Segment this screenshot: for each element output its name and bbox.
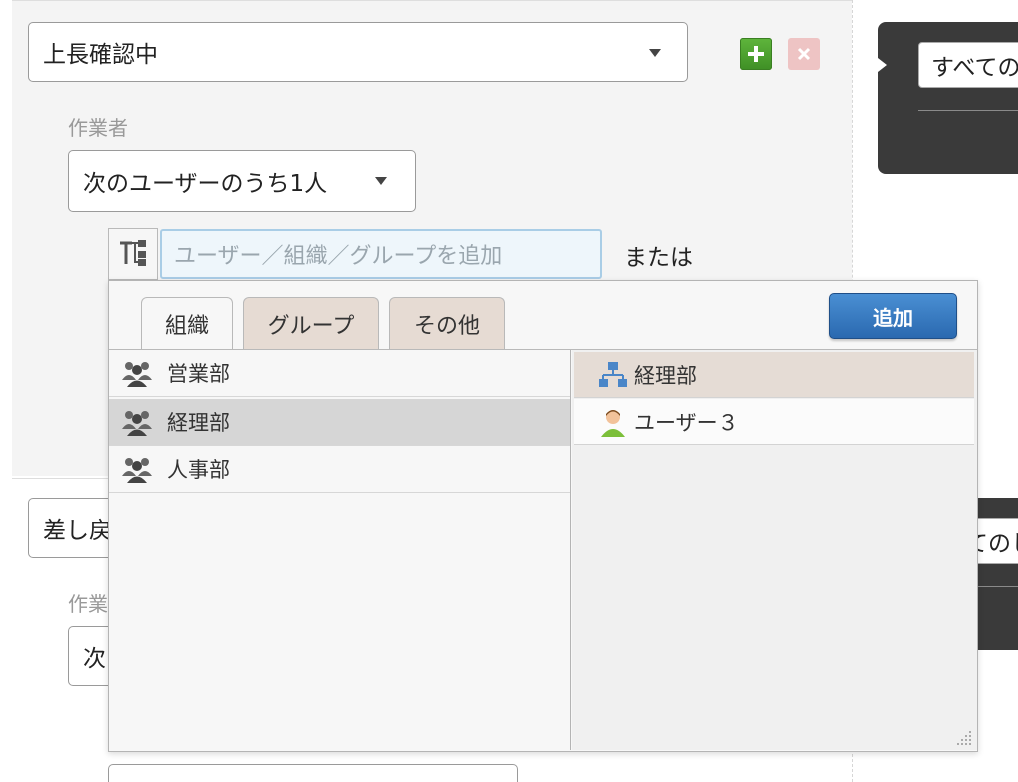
add-step-button[interactable]	[740, 38, 772, 70]
tab-group[interactable]: グループ	[243, 297, 379, 349]
or-label: または	[624, 245, 693, 271]
x-icon	[797, 47, 811, 61]
entity-picker-dropdown: 組織 グループ その他 追加 営業部 経理部 人事部 経理部 ユーザー３	[108, 280, 978, 752]
delete-step-button[interactable]	[788, 38, 820, 70]
tab-organization[interactable]: 組織	[141, 297, 233, 350]
chevron-down-icon	[649, 49, 661, 57]
organization-list: 営業部 経理部 人事部	[109, 350, 571, 750]
resize-grip-icon[interactable]	[955, 729, 973, 747]
org-item-label: 人事部	[167, 458, 230, 482]
entity-search-placeholder: ユーザー／組織／グループを追加	[174, 244, 503, 269]
tab-other-label: その他	[413, 313, 480, 339]
pointer-arrow-icon	[878, 58, 887, 72]
member-list: 経理部 ユーザー３	[572, 350, 977, 750]
org-tree-button[interactable]	[108, 228, 158, 280]
worker-select[interactable]: 次のユーザーのうち1人	[68, 150, 416, 212]
org-chart-icon	[599, 361, 627, 387]
worker-select-3[interactable]	[108, 764, 518, 782]
tab-other[interactable]: その他	[389, 297, 505, 349]
org-item-hr[interactable]: 人事部	[109, 446, 570, 493]
chevron-down-icon	[375, 177, 387, 185]
user-icon	[601, 409, 625, 437]
status-select-value: 上長確認中	[43, 42, 158, 68]
worker-label: 作業者	[68, 116, 128, 140]
group-icon	[122, 411, 152, 436]
member-item-accounting[interactable]: 経理部	[574, 352, 974, 398]
group-icon	[122, 362, 152, 387]
status-select[interactable]: 上長確認中	[28, 22, 688, 82]
worker-select-value: 次のユーザーのうち1人	[83, 171, 328, 197]
worker-label-2: 作業	[68, 592, 108, 616]
condition-divider	[918, 110, 1018, 111]
condition-panel-top: すべての	[878, 22, 1018, 174]
member-item-user3[interactable]: ユーザー３	[574, 399, 974, 445]
member-item-label: ユーザー３	[634, 410, 739, 435]
add-button-label: 追加	[873, 305, 913, 330]
tree-icon	[120, 240, 146, 266]
org-item-accounting[interactable]: 経理部	[109, 399, 570, 446]
tab-organization-label: 組織	[164, 314, 209, 339]
entity-search-input[interactable]: ユーザー／組織／グループを追加	[160, 229, 602, 279]
org-item-label: 営業部	[167, 362, 230, 386]
worker-select-2-value: 次	[83, 646, 106, 672]
org-item-label: 経理部	[167, 411, 230, 435]
status-select-2-value: 差し戻	[43, 518, 112, 544]
plus-icon	[748, 46, 764, 62]
condition-select[interactable]: すべての	[918, 42, 1018, 88]
add-button[interactable]: 追加	[829, 293, 957, 339]
tab-group-label: グループ	[267, 313, 355, 339]
group-icon	[122, 458, 152, 483]
condition-select-value: すべての	[931, 55, 1018, 81]
member-item-label: 経理部	[634, 363, 697, 388]
org-item-sales[interactable]: 営業部	[109, 350, 570, 397]
